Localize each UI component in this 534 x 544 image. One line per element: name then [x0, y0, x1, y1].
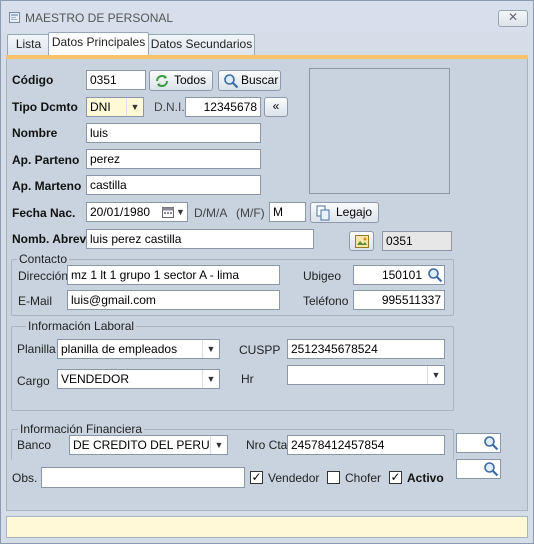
cuspp-label: CUSPP — [239, 343, 281, 357]
sexo-input[interactable]: M — [269, 202, 306, 222]
banco-value: DE CREDITO DEL PERU — [73, 438, 210, 452]
fecha-format-label: D/M/A — [194, 206, 228, 220]
photo-frame[interactable] — [309, 68, 450, 194]
chevron-down-icon: ▼ — [202, 340, 219, 358]
nombre-label: Nombre — [12, 126, 58, 140]
tab-datos-secundarios[interactable]: Datos Secundarios — [148, 34, 255, 55]
planilla-select[interactable]: planilla de empleados ▼ — [57, 339, 220, 359]
ap-materno-label: Ap. Marteno — [12, 179, 82, 193]
activo-label: Activo — [407, 471, 444, 485]
double-chevron-left-icon: « — [272, 99, 280, 113]
nro-cta-input[interactable]: 24578412457854 — [287, 435, 445, 455]
legajo-label: Legajo — [336, 205, 373, 219]
buscar-label: Buscar — [241, 73, 279, 87]
refresh-icon — [156, 75, 168, 87]
direccion-label: Dirección — [18, 269, 69, 283]
fecha-nac-label: Fecha Nac. — [12, 206, 76, 220]
direccion-input[interactable]: mz 1 lt 1 grupo 1 sector A - lima — [67, 265, 280, 285]
magnifier-icon[interactable] — [427, 267, 443, 283]
tipo-dcmto-value: DNI — [90, 100, 111, 114]
dni-label: D.N.I. — [154, 100, 185, 114]
cargo-label: Cargo — [17, 374, 50, 388]
chevron-down-icon: ▼ — [202, 370, 219, 388]
hr-select[interactable]: ▼ — [287, 365, 445, 385]
title-bar: MAESTRO DE PERSONAL ✕ — [1, 1, 533, 33]
planilla-label: Planilla — [17, 342, 56, 356]
tipo-dcmto-label: Tipo Dcmto — [12, 100, 78, 114]
planilla-value: planilla de empleados — [61, 342, 178, 356]
tab-datos-principales[interactable]: Datos Principales — [48, 32, 149, 56]
nombre-input[interactable]: luis — [86, 123, 261, 143]
telefono-label: Teléfono — [303, 294, 349, 308]
chofer-label: Chofer — [345, 471, 382, 485]
email-label: E-Mail — [18, 294, 53, 308]
cargo-value: VENDEDOR — [61, 372, 130, 386]
check-icon: ✓ — [390, 470, 401, 484]
image-icon — [355, 235, 369, 248]
chofer-checkbox[interactable] — [327, 471, 340, 484]
telefono-input[interactable]: 995511337 — [353, 290, 445, 310]
tab-lista[interactable]: Lista — [7, 34, 50, 55]
buscar-button[interactable]: Buscar — [218, 70, 281, 91]
vendedor-checkbox[interactable]: ✓ — [250, 471, 263, 484]
magnifier-icon[interactable] — [483, 435, 499, 451]
calendar-icon — [162, 207, 174, 218]
sexo-label: (M/F) — [236, 206, 265, 220]
dni-input[interactable]: 12345678 — [185, 97, 261, 117]
nomb-abrev-label: Nomb. Abrev — [12, 232, 87, 246]
ubigeo-value: 150101 — [381, 268, 422, 282]
todos-label: Todos — [174, 73, 207, 87]
code-display: 0351 — [382, 231, 452, 251]
vendedor-label: Vendedor — [268, 471, 320, 485]
ap-paterno-input[interactable]: perez — [86, 149, 261, 169]
copy-document-icon — [316, 205, 330, 221]
laboral-title: Información Laboral — [26, 319, 137, 333]
ubigeo-input[interactable]: 150101 — [353, 265, 445, 285]
banco-label: Banco — [17, 438, 52, 452]
window-title: MAESTRO DE PERSONAL — [25, 11, 174, 25]
check-icon: ✓ — [251, 470, 262, 484]
obs-label: Obs. — [12, 471, 38, 485]
cuspp-input[interactable]: 2512345678524 — [287, 339, 445, 359]
form-icon — [9, 12, 20, 23]
todos-button[interactable]: Todos — [149, 70, 213, 91]
tipo-dcmto-select[interactable]: DNI ▼ — [86, 97, 144, 117]
codigo-input[interactable]: 0351 — [86, 70, 146, 90]
banco-lookup-field[interactable] — [456, 433, 501, 453]
ap-materno-input[interactable]: castilla — [86, 175, 261, 195]
activo-checkbox[interactable]: ✓ — [389, 471, 402, 484]
status-bar — [6, 516, 528, 538]
nro-cta-label: Nro Cta — [246, 438, 288, 452]
financiera-title: Información Financiera — [18, 422, 145, 436]
close-icon: ✕ — [507, 10, 519, 24]
codigo-label: Código — [12, 73, 54, 87]
chevron-down-icon: ▼ — [126, 98, 143, 116]
chevron-down-icon: ▼ — [176, 207, 185, 217]
nomb-abrev-input[interactable]: luis perez castilla — [86, 229, 314, 249]
close-button[interactable]: ✕ — [498, 10, 528, 27]
ubigeo-label: Ubigeo — [303, 269, 342, 283]
legajo-button[interactable]: Legajo — [310, 202, 379, 223]
banco-select[interactable]: DE CREDITO DEL PERU ▼ — [69, 435, 228, 455]
hr-label: Hr — [241, 372, 254, 386]
magnifier-icon[interactable] — [483, 461, 499, 477]
obs-input[interactable] — [41, 467, 245, 488]
window: MAESTRO DE PERSONAL ✕ Lista Datos Princi… — [0, 0, 534, 544]
cargo-select[interactable]: VENDEDOR ▼ — [57, 369, 220, 389]
ap-paterno-label: Ap. Parteno — [12, 153, 80, 167]
email-input[interactable]: luis@gmail.com — [67, 290, 280, 310]
fecha-nac-input[interactable]: 20/01/1980 ▼ — [86, 202, 188, 222]
magnifier-icon — [224, 74, 239, 89]
chevron-down-icon: ▼ — [210, 436, 227, 454]
fecha-nac-value: 20/01/1980 — [90, 205, 151, 219]
cuenta-lookup-field[interactable] — [456, 459, 501, 479]
contacto-title: Contacto — [17, 252, 70, 266]
back-button[interactable]: « — [264, 97, 288, 117]
chevron-down-icon: ▼ — [427, 366, 444, 384]
photo-button[interactable] — [349, 231, 374, 251]
